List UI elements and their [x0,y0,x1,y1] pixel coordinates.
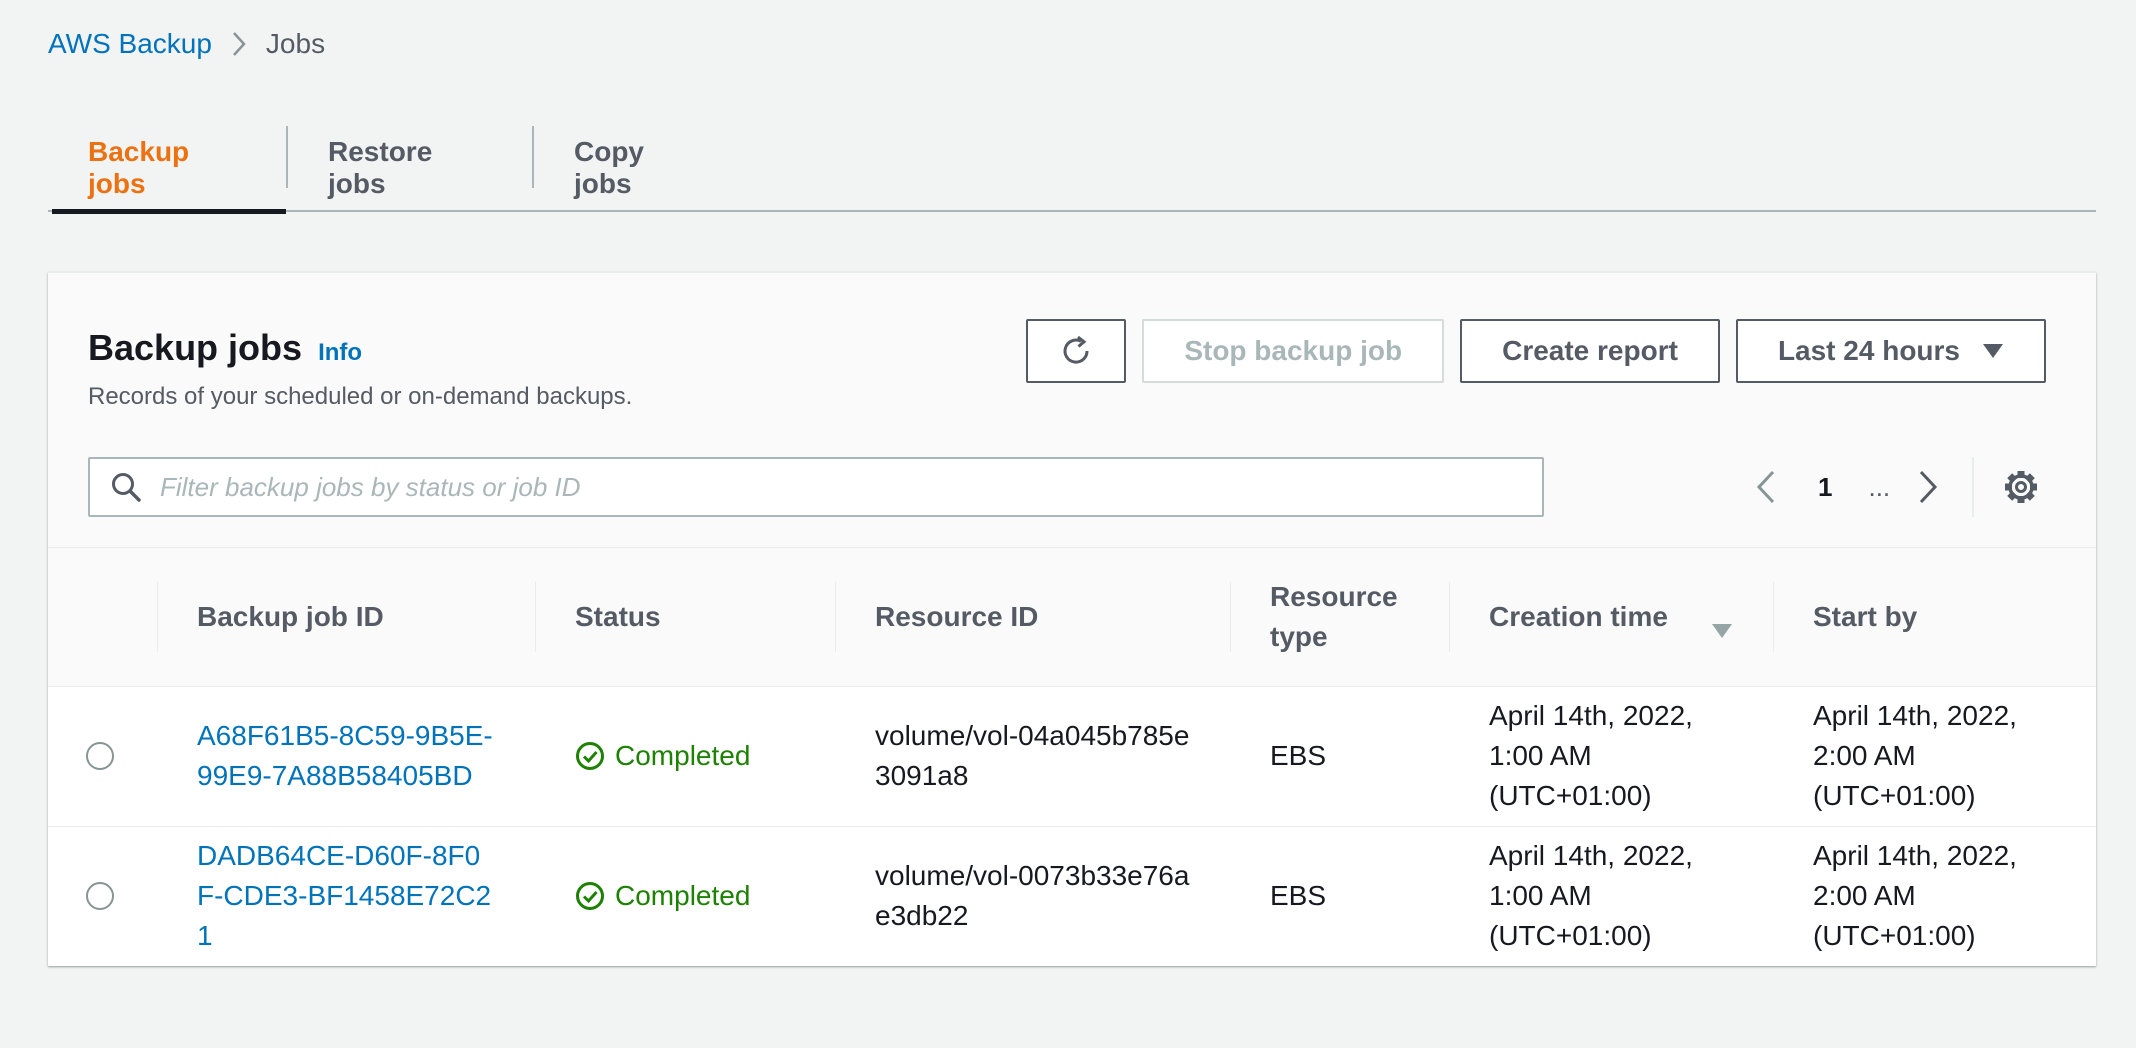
panel-title: Backup jobs [88,327,303,368]
creation-time-cell: April 14th, 2022, 1:00 AM (UTC+01:00) [1449,686,1773,827]
table-row: DADB64CE-D60F-8F0F-CDE3-BF1458E72C21 Com… [48,826,2096,966]
column-header-resource-type[interactable]: Resource type [1230,548,1449,687]
panel-title-row: Backup jobs Info [88,327,362,369]
settings-button[interactable] [2004,470,2038,504]
status-cell: Completed [535,826,835,966]
search-input[interactable] [160,471,1460,503]
breadcrumb: AWS Backup Jobs [48,28,325,60]
time-range-dropdown[interactable]: Last 24 hours [1735,319,2046,383]
chevron-right-icon [232,31,246,57]
status-text: Completed [615,880,751,912]
job-id-cell: A68F61B5-8C59-9B5E-99E9-7A88B58405BD [157,686,535,827]
page-number[interactable]: 1 [1818,472,1832,503]
job-id-link[interactable]: DADB64CE-D60F-8F0F-CDE3-BF1458E72C21 [197,836,497,956]
previous-page-button[interactable] [1748,470,1784,504]
pagination: 1 ... [1748,457,2038,517]
start-by-cell: April 14th, 2022, 2:00 AM (UTC+01:00) [1773,686,2096,827]
status-indicator: Completed [575,736,795,776]
backup-jobs-table: Backup job ID Status Resource ID Resourc… [48,548,2096,966]
table-row: A68F61B5-8C59-9B5E-99E9-7A88B58405BD Com… [48,686,2096,827]
panel-header: Backup jobs Info Records of your schedul… [48,273,2096,548]
resource-id-cell: volume/vol-0073b33e76ae3db22 [875,860,1190,932]
row-radio[interactable] [86,742,114,770]
create-report-button[interactable]: Create report [1460,319,1720,383]
sort-descending-icon [1711,610,1733,650]
resource-type-cell: EBS [1270,880,1327,912]
job-id-cell: DADB64CE-D60F-8F0F-CDE3-BF1458E72C21 [157,826,535,966]
search-icon [110,471,142,503]
row-radio[interactable] [86,882,114,911]
breadcrumb-current: Jobs [265,28,326,59]
status-cell: Completed [535,686,835,827]
resource-type-cell: EBS [1230,686,1449,827]
row-select-cell [48,826,157,966]
check-circle-icon [576,882,604,911]
search-field [88,457,1544,517]
job-tabs: Backup jobs Restore jobs Copy jobs [48,124,2096,214]
column-header-status[interactable]: Status [535,548,835,687]
tab-restore-jobs[interactable]: Restore jobs [288,124,532,212]
panel-description: Records of your scheduled or on-demand b… [88,383,633,410]
refresh-icon [1059,334,1093,368]
backup-jobs-panel: Backup jobs Info Records of your schedul… [48,272,2096,966]
info-link[interactable]: Info [318,339,362,367]
next-page-button[interactable] [1910,470,1946,504]
column-header-resource-id[interactable]: Resource ID [835,548,1230,687]
column-header-start-by[interactable]: Start by [1773,548,2096,687]
pagination-divider [1972,457,1975,517]
job-id-link[interactable]: A68F61B5-8C59-9B5E-99E9-7A88B58405BD [197,716,497,796]
column-header-creation-time[interactable]: Creation time [1449,548,1773,687]
resource-id-cell: volume/vol-04a045b785e3091a8 [835,686,1230,827]
stop-backup-job-button[interactable]: Stop backup job [1142,319,1445,383]
panel-actions: Stop backup job Create report Last 24 ho… [1026,319,2046,383]
creation-time-cell: April 14th, 2022, 1:00 AM (UTC+01:00) [1489,840,1693,952]
tab-copy-jobs[interactable]: Copy jobs [534,124,746,212]
status-text: Completed [615,740,751,771]
gear-icon [2004,470,2038,504]
start-by-cell: April 14th, 2022, 2:00 AM (UTC+01:00) [1813,840,2017,952]
status-indicator: Completed [575,876,795,916]
pagination-ellipsis: ... [1868,471,1891,502]
caret-down-icon [1982,343,2004,359]
select-column-header [48,548,157,687]
time-range-label: Last 24 hours [1777,335,1960,366]
column-header-backup-job-id[interactable]: Backup job ID [157,548,535,687]
check-circle-icon [576,742,604,770]
refresh-button[interactable] [1026,319,1127,383]
table-header-row: Backup job ID Status Resource ID Resourc… [48,548,2096,687]
tab-backup-jobs[interactable]: Backup jobs [48,124,286,214]
row-select-cell [48,686,157,827]
breadcrumb-aws-backup-link[interactable]: AWS Backup [48,28,212,60]
